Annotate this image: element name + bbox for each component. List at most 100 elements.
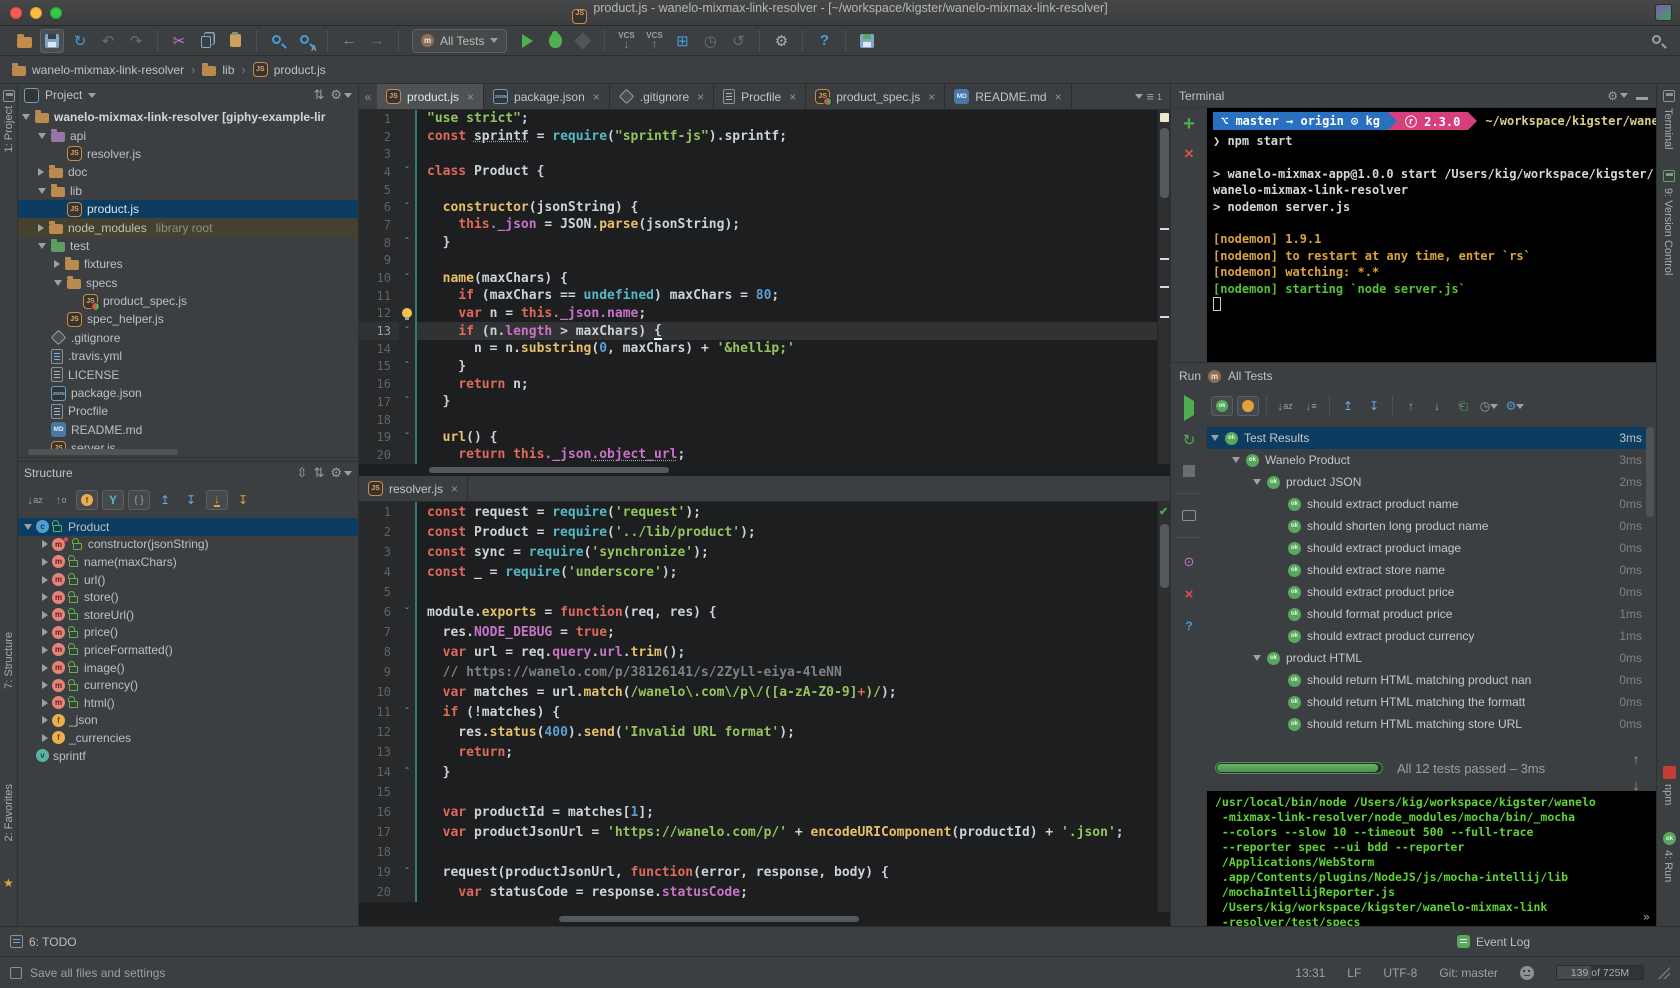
close-tab-icon[interactable]: × <box>593 90 600 104</box>
code-line[interactable]: 13ˇ if (n.length > maxChars) { <box>359 322 1170 340</box>
structure-row[interactable]: f_currencies <box>18 729 358 747</box>
tree-row[interactable]: JSspec_helper.js <box>18 310 358 328</box>
collapse-all-icon[interactable]: ↧ <box>1363 396 1385 416</box>
chevron-collapsed-icon[interactable] <box>42 716 48 724</box>
search-everywhere-icon[interactable] <box>1646 29 1670 53</box>
terminal-screen[interactable]: ⌥ master → origin ⊙ kgⓡ 2.3.0 ~/workspac… <box>1207 108 1656 362</box>
editor-tab[interactable]: JSproduct_spec.js× <box>806 84 945 109</box>
copy-icon[interactable] <box>195 29 219 53</box>
vcs-update-icon[interactable]: VCS↓ <box>614 29 638 53</box>
previous-test-icon[interactable]: ↑ <box>1400 396 1422 416</box>
expand-icon[interactable]: ⇳ <box>297 465 308 481</box>
tree-row[interactable]: .travis.yml <box>18 347 358 365</box>
code-line[interactable]: 20 var statusCode = response.statusCode; <box>359 882 1170 902</box>
tree-row[interactable]: test <box>18 237 358 255</box>
project-toolwindow-icon[interactable] <box>3 90 15 102</box>
toolwindow-tab-project[interactable]: 1: Project <box>3 106 15 152</box>
close-tab-icon[interactable]: × <box>789 90 796 104</box>
gear-icon[interactable]: ⚙ <box>1504 396 1526 416</box>
test-row[interactable]: okshould format product price1ms <box>1207 603 1646 625</box>
chevron-collapsed-icon[interactable] <box>42 611 48 619</box>
project-panel-title[interactable]: Project <box>45 88 82 102</box>
test-row[interactable]: okWanelo Product3ms <box>1207 449 1646 471</box>
chevron-expanded-icon[interactable] <box>38 188 46 194</box>
code-line[interactable]: 19ˇ request(productJsonUrl, function(err… <box>359 862 1170 882</box>
chevron-collapsed-icon[interactable] <box>42 540 48 548</box>
code-line[interactable]: 4ˇclass Product { <box>359 163 1170 181</box>
tree-row[interactable]: JSproduct.js <box>18 200 358 218</box>
paste-icon[interactable] <box>223 29 247 53</box>
toolwindow-tab-structure[interactable]: 7: Structure <box>3 632 15 689</box>
tree-row[interactable]: Procfile <box>18 402 358 420</box>
code-line[interactable]: 11ˇ if (!matches) { <box>359 702 1170 722</box>
tree-row[interactable]: doc <box>18 163 358 181</box>
tree-row[interactable]: JSresolver.js <box>18 145 358 163</box>
structure-row[interactable]: mpriceFormatted() <box>18 641 358 659</box>
tab-list-icon[interactable]: ≡1 <box>1127 84 1170 109</box>
test-row[interactable]: okshould extract product currency1ms <box>1207 625 1646 647</box>
editor-tab[interactable]: .gitignore× <box>610 84 714 109</box>
code-line[interactable]: 17ˆ } <box>359 393 1170 411</box>
code-line[interactable]: 10 var matches = url.match(/wanelo\.com\… <box>359 682 1170 702</box>
gear-icon[interactable]: ⚙ <box>1607 89 1628 103</box>
sort-by-visibility-icon[interactable]: ↑o <box>50 490 72 510</box>
code-line[interactable]: 14ˆ } <box>359 762 1170 782</box>
close-tab-icon[interactable]: × <box>467 90 474 104</box>
chevron-collapsed-icon[interactable] <box>42 628 48 636</box>
tree-row[interactable]: JSserver.js <box>18 439 358 449</box>
encoding-widget[interactable]: UTF-8 <box>1383 966 1417 980</box>
show-console-icon[interactable] <box>1182 510 1196 521</box>
new-session-icon[interactable]: + <box>1183 116 1195 132</box>
editor-tab[interactable]: JSproduct.js× <box>377 84 484 109</box>
toolwindow-tab-terminal[interactable]: Terminal <box>1662 108 1674 150</box>
breadcrumb-item[interactable]: lib <box>202 63 234 77</box>
test-row[interactable]: okshould extract store name0ms <box>1207 559 1646 581</box>
test-row[interactable]: okshould shorten long product name0ms <box>1207 515 1646 537</box>
code-line[interactable]: 1const request = require('request'); <box>359 502 1170 522</box>
breadcrumb-item[interactable]: wanelo-mixmax-link-resolver <box>12 63 184 77</box>
structure-row[interactable]: mprice() <box>18 624 358 642</box>
structure-row[interactable]: mname(maxChars) <box>18 553 358 571</box>
tree-row[interactable]: JSproduct_spec.js <box>18 292 358 310</box>
code-line[interactable]: 16 var productId = matches[1]; <box>359 802 1170 822</box>
show-passed-icon[interactable]: ok <box>1211 396 1233 416</box>
find-icon[interactable] <box>266 29 290 53</box>
toolwindow-tab-todo[interactable]: 6: TODO <box>29 935 77 949</box>
test-row[interactable]: okshould extract product price0ms <box>1207 581 1646 603</box>
save-all-icon[interactable] <box>40 29 64 53</box>
code-line[interactable]: 20 return this._json.object_url; <box>359 446 1170 464</box>
structure-row[interactable]: m✱constructor(jsonString) <box>18 536 358 554</box>
gear-icon[interactable]: ⚙ <box>330 87 352 103</box>
version-control-icon[interactable] <box>1663 170 1675 182</box>
sort-by-duration-icon[interactable]: ↓≡ <box>1300 396 1322 416</box>
code-line[interactable]: 11 if (maxChars == undefined) maxChars =… <box>359 287 1170 305</box>
code-line[interactable]: 1"use strict"; <box>359 110 1170 128</box>
vcs-commit-icon[interactable]: VCS↑ <box>642 29 666 53</box>
undo-icon[interactable]: ↶ <box>96 29 120 53</box>
chevron-collapsed-icon[interactable] <box>42 734 48 742</box>
test-row[interactable]: okshould return HTML matching the format… <box>1207 691 1646 713</box>
code-line[interactable]: 15ˆ } <box>359 358 1170 376</box>
debug-icon[interactable] <box>543 29 567 53</box>
tree-row[interactable]: .gitignore <box>18 329 358 347</box>
vcs-history-icon[interactable]: ◷ <box>698 29 722 53</box>
chevron-down-icon[interactable] <box>88 93 96 98</box>
run-icon[interactable] <box>515 29 539 53</box>
toolwindow-tab-event-log[interactable]: Event Log <box>1476 935 1530 949</box>
code-line[interactable]: 5 <box>359 181 1170 199</box>
forward-icon[interactable]: → <box>365 29 389 53</box>
code-line[interactable]: 7 res.NODE_DEBUG = true; <box>359 622 1170 642</box>
code-line[interactable]: 2const sprintf = require("sprintf-js").s… <box>359 128 1170 146</box>
run-configuration-combo[interactable]: m All Tests <box>412 29 507 53</box>
tree-row[interactable]: LICENSE <box>18 365 358 383</box>
toolwindow-tab-npm[interactable]: npm <box>1662 784 1674 805</box>
editor-tab[interactable]: MDREADME.md× <box>945 84 1071 109</box>
chevron-collapsed-icon[interactable] <box>42 558 48 566</box>
code-line[interactable]: 18 <box>359 842 1170 862</box>
lightbulb-icon[interactable] <box>402 308 412 318</box>
chevron-collapsed-icon[interactable] <box>54 260 60 268</box>
code-line[interactable]: 17 var productJsonUrl = 'https://wanelo.… <box>359 822 1170 842</box>
code-line[interactable]: 4const _ = require('underscore'); <box>359 562 1170 582</box>
chevron-collapsed-icon[interactable] <box>42 593 48 601</box>
code-line[interactable]: 3const sync = require('synchronize'); <box>359 542 1170 562</box>
